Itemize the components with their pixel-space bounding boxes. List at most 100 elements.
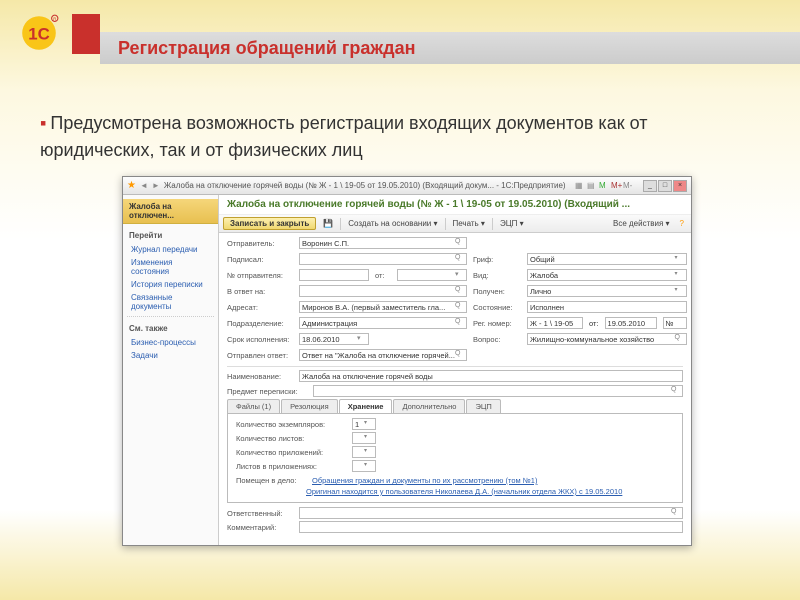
- label-sheets: Количество листов:: [236, 434, 346, 443]
- dropdown-icon[interactable]: ▾: [675, 270, 685, 280]
- link-original-location[interactable]: Оригинал находится у пользователя Никола…: [306, 487, 622, 496]
- field-reply-sent[interactable]: Ответ на "Жалоба на отключение горячей..…: [299, 349, 467, 361]
- label-regno: Рег. номер:: [473, 319, 521, 328]
- dropdown-icon[interactable]: ▾: [675, 286, 685, 296]
- lookup-icon[interactable]: Q: [455, 350, 465, 360]
- red-accent-bar: [72, 14, 100, 54]
- field-responsible[interactable]: Q: [299, 507, 683, 519]
- calendar-icon[interactable]: ▾: [357, 334, 367, 344]
- field-deadline[interactable]: 18.06.2010▾: [299, 333, 369, 345]
- document-title: Жалоба на отключение горячей воды (№ Ж -…: [219, 195, 691, 215]
- bullet-icon: ▪: [40, 113, 46, 133]
- tab-files[interactable]: Файлы (1): [227, 399, 280, 413]
- field-attach-sheets[interactable]: ▾: [352, 460, 376, 472]
- field-regno[interactable]: Ж - 1 \ 19-05: [527, 317, 583, 329]
- field-subject[interactable]: Q: [313, 385, 683, 397]
- dropdown-icon[interactable]: ▾: [675, 254, 685, 264]
- label-dept: Подразделение:: [227, 319, 293, 328]
- field-received[interactable]: Лично▾: [527, 285, 687, 297]
- field-question[interactable]: Жилищно-коммунальное хозяйствоQ: [527, 333, 687, 345]
- tab-additional[interactable]: Дополнительно: [393, 399, 465, 413]
- label-sender: Отправитель:: [227, 239, 293, 248]
- link-placed-in-case[interactable]: Обращения граждан и документы по их расс…: [312, 476, 537, 485]
- close-button[interactable]: ×: [673, 180, 687, 192]
- main-panel: Жалоба на отключение горячей воды (№ Ж -…: [219, 195, 691, 545]
- lookup-icon[interactable]: Q: [675, 334, 685, 344]
- cal-icon[interactable]: ▤: [587, 181, 597, 191]
- label-sender-no: № отправителя:: [227, 271, 293, 280]
- tab-ecp[interactable]: ЭЦП: [466, 399, 500, 413]
- slide-title: Регистрация обращений граждан: [118, 38, 416, 59]
- field-sender[interactable]: Воронин С.П.Q: [299, 237, 467, 249]
- save-icon[interactable]: 💾: [320, 218, 336, 229]
- lookup-icon[interactable]: Q: [671, 508, 681, 518]
- field-sender-date[interactable]: ▾: [397, 269, 467, 281]
- field-dept[interactable]: АдминистрацияQ: [299, 317, 467, 329]
- maximize-button[interactable]: □: [658, 180, 672, 192]
- sidebar-item-state-changes[interactable]: Изменения состояния: [123, 256, 218, 278]
- lookup-icon[interactable]: Q: [455, 238, 465, 248]
- sidebar-item-tasks[interactable]: Задачи: [123, 349, 218, 362]
- m3-icon[interactable]: M-: [623, 181, 633, 191]
- label-name: Наименование:: [227, 372, 293, 381]
- field-sender-no[interactable]: [299, 269, 369, 281]
- lookup-icon[interactable]: Q: [455, 302, 465, 312]
- print-button[interactable]: Печать ▾: [450, 218, 488, 229]
- field-sheets[interactable]: ▾: [352, 432, 376, 444]
- calc-icon[interactable]: ▦: [575, 181, 585, 191]
- field-addressee[interactable]: Миронов В.А. (первый заместитель гла...Q: [299, 301, 467, 313]
- sidebar-item-processes[interactable]: Бизнес-процессы: [123, 336, 218, 349]
- label-received: Получен:: [473, 287, 521, 296]
- all-actions-button[interactable]: Все действия ▾: [610, 218, 673, 229]
- lookup-icon[interactable]: Q: [455, 286, 465, 296]
- tab-storage[interactable]: Хранение: [339, 399, 393, 413]
- create-based-on-button[interactable]: Создать на основании ▾: [345, 218, 440, 229]
- m1-icon[interactable]: M: [599, 181, 609, 191]
- m2-icon[interactable]: M+: [611, 181, 621, 191]
- field-reply-to[interactable]: Q: [299, 285, 467, 297]
- sidebar-item-journal[interactable]: Журнал передачи: [123, 243, 218, 256]
- logo-1c: 1CR: [18, 12, 60, 54]
- field-grif[interactable]: Общий▾: [527, 253, 687, 265]
- ecp-button[interactable]: ЭЦП ▾: [497, 218, 527, 229]
- minimize-button[interactable]: _: [643, 180, 657, 192]
- spinner-icon[interactable]: ▾: [364, 447, 374, 457]
- field-attachments[interactable]: ▾: [352, 446, 376, 458]
- window-title: Жалоба на отключение горячей воды (№ Ж -…: [164, 181, 571, 190]
- svg-text:R: R: [53, 16, 56, 21]
- label-grif: Гриф:: [473, 255, 521, 264]
- spinner-icon[interactable]: ▾: [364, 461, 374, 471]
- field-vid[interactable]: Жалоба▾: [527, 269, 687, 281]
- help-icon[interactable]: ?: [677, 218, 687, 229]
- tab-resolution[interactable]: Резолюция: [281, 399, 338, 413]
- app-titlebar[interactable]: ★ ◄ ► Жалоба на отключение горячей воды …: [123, 177, 691, 195]
- field-regno-extra[interactable]: №: [663, 317, 687, 329]
- save-close-button[interactable]: Записать и закрыть: [223, 217, 316, 230]
- sidebar-group-seealso: См. также: [123, 321, 218, 336]
- nav-fwd-icon[interactable]: ►: [152, 181, 160, 190]
- label-vid: Вид:: [473, 271, 521, 280]
- calendar-icon[interactable]: ▾: [455, 270, 465, 280]
- spinner-icon[interactable]: ▾: [364, 419, 374, 429]
- sidebar: Жалоба на отключен... Перейти Журнал пер…: [123, 195, 219, 545]
- spinner-icon[interactable]: ▾: [364, 433, 374, 443]
- field-signed[interactable]: Q: [299, 253, 467, 265]
- lookup-icon[interactable]: Q: [455, 318, 465, 328]
- field-name[interactable]: Жалоба на отключение горячей воды: [299, 370, 683, 382]
- form-area: Отправитель:Воронин С.П.Q Подписал:Q № о…: [219, 233, 691, 545]
- sidebar-item-history[interactable]: История переписки: [123, 278, 218, 291]
- field-regdate[interactable]: 19.05.2010: [605, 317, 657, 329]
- lookup-icon[interactable]: Q: [455, 254, 465, 264]
- nav-back-icon[interactable]: ◄: [140, 181, 148, 190]
- field-comment[interactable]: [299, 521, 683, 533]
- lookup-icon[interactable]: Q: [671, 386, 681, 396]
- field-copies[interactable]: 1▾: [352, 418, 376, 430]
- slide-body: ▪Предусмотрена возможность регистрации в…: [40, 110, 760, 164]
- label-comment: Комментарий:: [227, 523, 293, 532]
- sidebar-item-related[interactable]: Связанные документы: [123, 291, 218, 313]
- field-state[interactable]: Исполнен: [527, 301, 687, 313]
- toolbar: Записать и закрыть 💾 Создать на основани…: [219, 215, 691, 233]
- favorite-icon[interactable]: ★: [127, 180, 136, 191]
- sidebar-group-goto: Перейти: [123, 228, 218, 243]
- label-attachments: Количество приложений:: [236, 448, 346, 457]
